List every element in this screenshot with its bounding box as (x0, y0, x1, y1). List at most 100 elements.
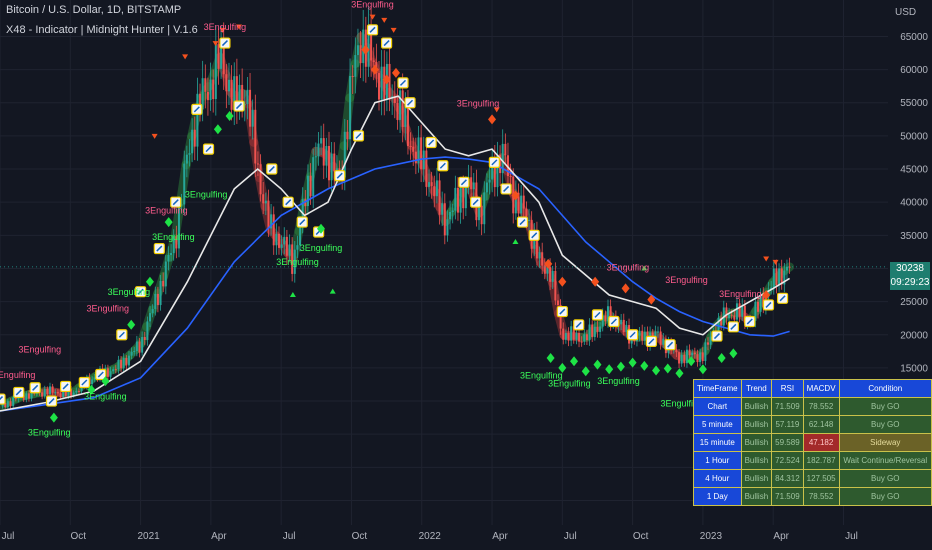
candle-body (675, 349, 678, 353)
candle-body (483, 192, 486, 225)
engulfing-label-bear: 3Engulfing (665, 275, 708, 285)
candle-body (580, 341, 583, 343)
candle-body (9, 401, 12, 406)
candle-body (151, 308, 154, 314)
candle-body (225, 74, 228, 92)
candle-body (730, 314, 733, 316)
candle-body (296, 245, 299, 250)
indicator-name[interactable]: X48 - Indicator | Midnight Hunter | V.1.… (6, 24, 198, 36)
candle-body (446, 219, 449, 236)
row-macdv: 78.552 (802, 397, 840, 416)
row-timeframe: 5 minute (693, 415, 742, 434)
candle-body (135, 341, 138, 352)
candle-body (193, 129, 196, 147)
candle-body (409, 145, 412, 147)
candle-body (420, 137, 423, 170)
candle-body (470, 177, 473, 190)
row-macdv: 47.182 (802, 433, 840, 452)
x-tick-label: 2021 (137, 531, 160, 542)
candle-body (620, 319, 623, 325)
candle-body (127, 355, 130, 366)
buy-diamond (145, 276, 154, 287)
row-rsi: 59.589 (771, 433, 804, 452)
candle-body (267, 200, 270, 229)
table-row: 4 Hour Bullish 84.312 127.505 Buy GO (693, 469, 932, 488)
candle-body (456, 187, 459, 213)
engulfing-label-bull: 3Engulfing (276, 257, 319, 267)
candle-body (188, 153, 191, 155)
candle-body (678, 352, 681, 364)
table-header-row: TimeFrame Trend RSI MACDV Condition (693, 379, 932, 398)
engulfing-label-bear: 3Engulfing (457, 99, 500, 109)
candle-body (275, 233, 278, 246)
table-row: 15 minute Bullish 59.589 47.182 Sideway (693, 433, 932, 452)
y-tick-label: 65000 (900, 32, 928, 43)
x-tick-label: Jul (283, 531, 296, 542)
chart-title: Bitcoin / U.S. Dollar, 1D, BITSTAMP (6, 4, 182, 16)
engulfing-label-bull: 3Engulfing (300, 243, 343, 253)
row-macdv: 127.505 (802, 469, 840, 488)
y-tick-label: 60000 (900, 65, 928, 76)
last-price-tag: 30238 (890, 262, 930, 276)
candle-body (643, 331, 646, 341)
header-timeframe: TimeFrame (693, 379, 742, 398)
candle-body (556, 300, 559, 306)
y-tick-label: 50000 (900, 131, 928, 142)
candle-body (122, 358, 125, 369)
candle-body (688, 349, 691, 356)
candle-body (43, 388, 46, 397)
row-condition: Wait Continue/Reversal (838, 451, 932, 470)
candle-body (528, 219, 531, 221)
candle-body (112, 369, 115, 372)
candle-body (12, 397, 15, 406)
candle-body (599, 326, 602, 332)
candle-body (785, 266, 788, 271)
currency-label: USD (895, 7, 917, 18)
candle-body (757, 301, 760, 312)
row-trend: Bullish (740, 451, 773, 470)
engulfing-label-bull: 3Engulfing (152, 232, 195, 242)
candle-body (264, 200, 267, 204)
candle-body (346, 131, 349, 140)
candle-body (462, 188, 465, 209)
candle-body (288, 244, 291, 256)
candle-body (438, 180, 441, 215)
candle-body (314, 156, 317, 158)
candle-body (212, 79, 215, 100)
engulfing-label-bear: 3Engulfing (145, 205, 188, 215)
candle-body (701, 352, 704, 361)
candle-body (27, 393, 30, 399)
row-timeframe: Chart (693, 397, 742, 416)
candle-body (259, 164, 262, 195)
candle-body (696, 354, 699, 363)
sell-triangle (182, 54, 189, 60)
candle-body (204, 78, 207, 92)
candle-body (593, 326, 596, 338)
candle-body (733, 315, 736, 320)
candle-body (138, 341, 141, 353)
candle-body (567, 333, 570, 341)
candle-body (162, 280, 165, 287)
candle-body (77, 390, 80, 392)
row-rsi: 71.509 (771, 487, 804, 506)
row-trend: Bullish (740, 397, 773, 416)
sell-triangle (390, 27, 397, 33)
row-macdv: 78.552 (802, 487, 840, 506)
candle-body (549, 267, 552, 282)
candle-body (522, 195, 525, 209)
row-trend: Bullish (740, 487, 773, 506)
candle-body (159, 280, 162, 306)
candle-body (191, 129, 194, 154)
candle-body (106, 368, 109, 377)
candle-body (488, 179, 491, 183)
candle-body (51, 386, 54, 393)
candle-body (380, 66, 383, 100)
row-rsi: 57.119 (771, 415, 804, 434)
buy-diamond (605, 364, 614, 375)
candle-body (230, 79, 233, 110)
candle-body (249, 89, 252, 127)
buy-diamond (729, 348, 738, 359)
candle-body (480, 205, 483, 225)
candle-body (656, 331, 659, 333)
candle-body (430, 182, 433, 187)
